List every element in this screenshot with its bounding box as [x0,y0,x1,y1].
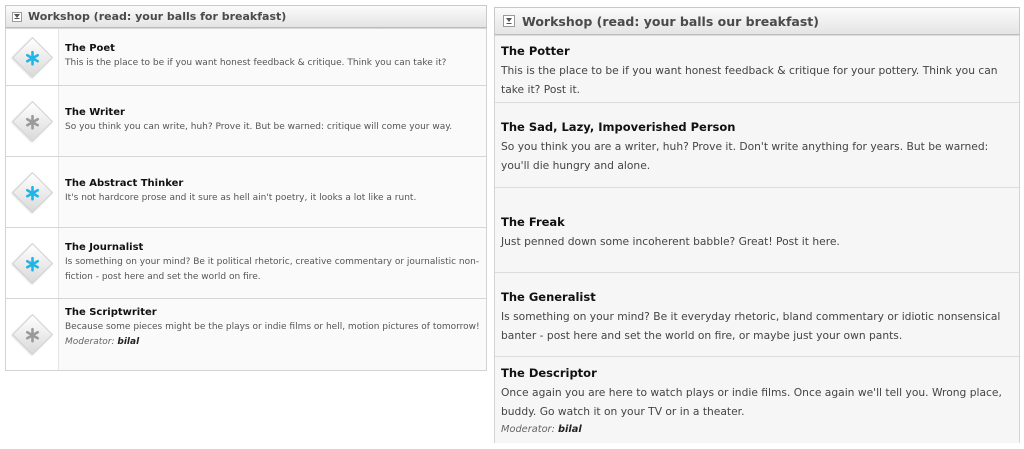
forum-description: It's not hardcore prose and it sure as h… [65,193,417,203]
forum-description: So you think you can write, huh? Prove i… [65,122,453,132]
section-header[interactable]: Workshop (read: your balls for breakfast… [5,5,487,28]
forum-title-link[interactable]: The Poet [65,41,446,56]
forum-row[interactable]: The Poet This is the place to be if you … [6,28,486,85]
forum-new-posts-icon [11,36,53,78]
forum-description: Just penned down some incoherent babble?… [501,235,840,248]
forum-description: Is something on your mind? Be it everyda… [501,310,1001,342]
forum-row[interactable]: The Writer So you think you can write, h… [6,85,486,156]
forum-no-new-posts-icon [11,313,53,356]
moderator-link[interactable]: bilal [558,424,582,435]
section-header[interactable]: Workshop (read: your balls our breakfast… [494,7,1020,35]
forum-row[interactable]: The Potter This is the place to be if yo… [495,35,1019,102]
forum-row[interactable]: The Generalist Is something on your mind… [495,272,1019,356]
forum-new-posts-icon [11,242,53,284]
forum-no-new-posts-icon [11,100,53,142]
section-title: Workshop (read: your balls for breakfast… [28,10,287,23]
section-title: Workshop (read: your balls our breakfast… [522,13,819,29]
forum-description: Because some pieces might be the plays o… [65,322,480,332]
forum-description: This is the place to be if you want hone… [65,58,447,68]
forum-row[interactable]: The Scriptwriter Because some pieces mig… [6,298,486,370]
forum-title-link[interactable]: The Freak [501,212,1009,232]
forum-title-link[interactable]: The Abstract Thinker [65,176,416,191]
forum-row[interactable]: The Freak Just penned down some incohere… [495,187,1019,272]
forum-new-posts-icon [11,171,53,213]
forum-row[interactable]: The Sad, Lazy, Impoverished Person So yo… [495,102,1019,187]
forum-section-left: Workshop (read: your balls for breakfast… [5,5,487,371]
forum-title-link[interactable]: The Descriptor [501,363,1009,383]
forum-description: Is something on your mind? Be it politic… [65,257,480,282]
forum-row[interactable]: The Abstract Thinker It's not hardcore p… [6,156,486,227]
collapse-toggle-icon[interactable] [12,11,22,22]
forum-title-link[interactable]: The Sad, Lazy, Impoverished Person [501,117,1009,137]
moderator-line: Moderator: bilal [501,424,582,435]
forum-description: This is the place to be if you want hone… [501,64,998,96]
forum-description: So you think you are a writer, huh? Prov… [501,140,989,172]
moderator-line: Moderator: bilal [65,337,140,347]
forum-title-link[interactable]: The Journalist [65,240,482,255]
moderator-link[interactable]: bilal [117,337,139,347]
forum-description: Once again you are here to watch plays o… [501,386,1002,418]
forum-title-link[interactable]: The Scriptwriter [65,305,480,320]
collapse-toggle-icon[interactable] [503,15,515,27]
forum-title-link[interactable]: The Potter [501,41,1009,61]
forum-title-link[interactable]: The Writer [65,105,452,120]
forum-row[interactable]: The Journalist Is something on your mind… [6,227,486,298]
forum-title-link[interactable]: The Generalist [501,287,1009,307]
forum-section-right: Workshop (read: your balls our breakfast… [494,7,1020,443]
forum-row[interactable]: The Descriptor Once again you are here t… [495,356,1019,443]
